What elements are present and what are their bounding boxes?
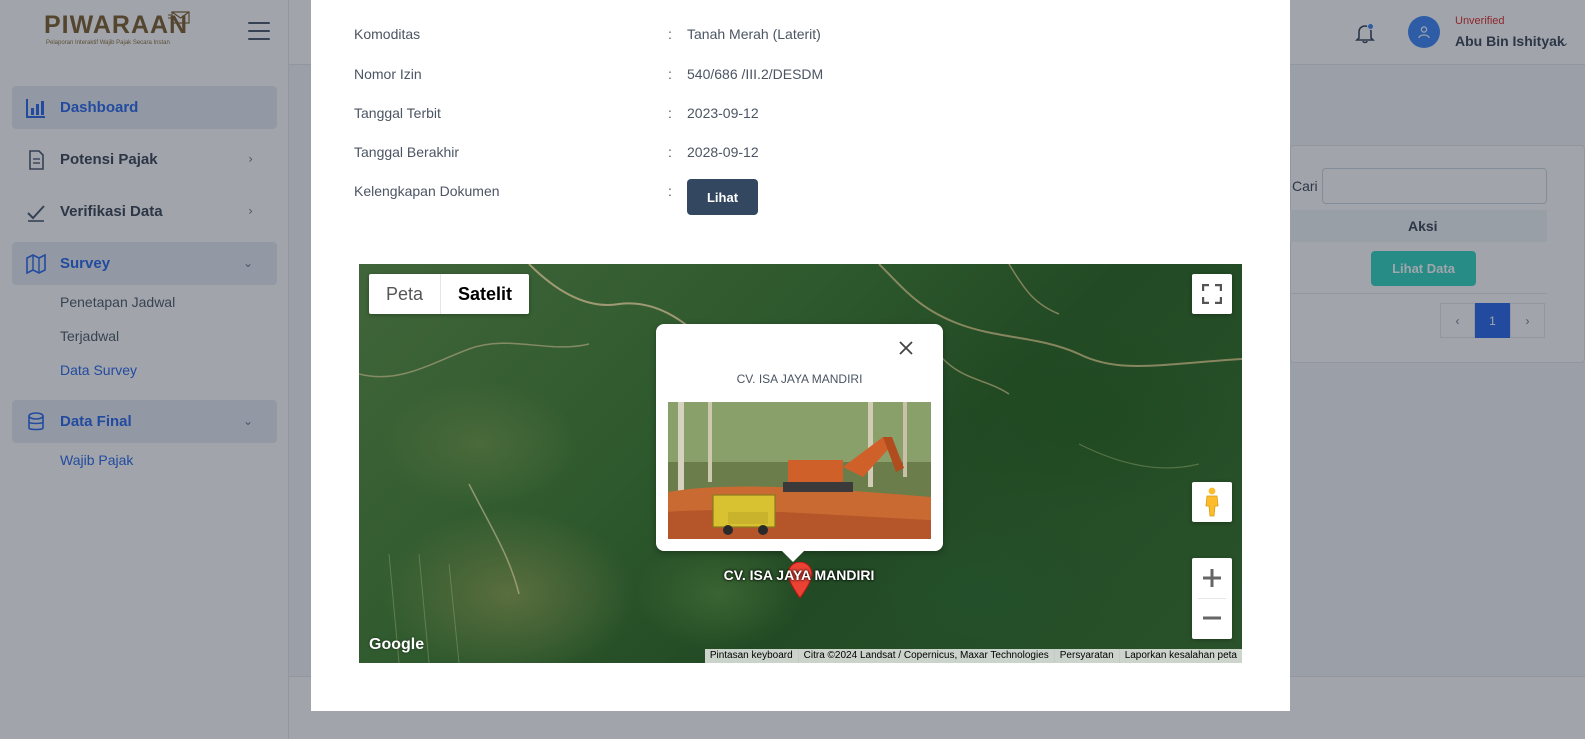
pegman-icon	[1205, 487, 1219, 517]
street-view-button[interactable]	[1192, 482, 1232, 522]
label-kelengkapan-dokumen: Kelengkapan Dokumen	[354, 183, 500, 199]
imagery-credit: Citra ©2024 Landsat / Copernicus, Maxar …	[797, 649, 1054, 663]
colon: :	[668, 66, 672, 82]
close-button[interactable]	[892, 334, 920, 362]
value-tanggal-berakhir: 2028-09-12	[687, 144, 759, 160]
close-icon	[899, 341, 913, 355]
map-type-peta[interactable]: Peta	[369, 274, 442, 314]
fullscreen-button[interactable]	[1192, 274, 1232, 314]
keyboard-shortcuts-link[interactable]: Pintasan keyboard	[705, 649, 798, 663]
lihat-button[interactable]: Lihat	[687, 179, 758, 215]
minus-icon	[1203, 616, 1221, 620]
map-type-satelit[interactable]: Satelit	[441, 274, 529, 314]
value-tanggal-terbit: 2023-09-12	[687, 105, 759, 121]
map-type-control: Peta Satelit	[369, 274, 530, 314]
google-logo: Google	[369, 636, 425, 653]
site-photo	[668, 402, 931, 539]
info-window: CV. ISA JAYA MANDIRI	[656, 324, 943, 551]
info-window-tail	[781, 550, 805, 562]
map[interactable]: Peta Satelit CV. ISA JAYA MANDIRI CV. IS…	[359, 264, 1242, 663]
colon: :	[668, 26, 672, 42]
label-nomor-izin: Nomor Izin	[354, 66, 422, 82]
report-error-link[interactable]: Laporkan kesalahan peta	[1118, 649, 1242, 663]
zoom-out-button[interactable]	[1192, 598, 1232, 638]
fullscreen-icon	[1202, 284, 1222, 304]
zoom-in-button[interactable]	[1192, 558, 1232, 598]
value-nomor-izin: 540/686 /III.2/DESDM	[687, 66, 824, 82]
label-tanggal-terbit: Tanggal Terbit	[354, 105, 441, 121]
colon: :	[668, 183, 672, 199]
colon: :	[668, 144, 672, 160]
terms-link[interactable]: Persyaratan	[1053, 649, 1119, 663]
plus-icon	[1203, 569, 1221, 587]
map-attribution: Pintasan keyboard Citra ©2024 Landsat / …	[704, 649, 1242, 663]
marker-label: CV. ISA JAYA MANDIRI	[723, 567, 875, 583]
label-komoditas: Komoditas	[354, 26, 421, 42]
label-tanggal-berakhir: Tanggal Berakhir	[354, 144, 460, 160]
zoom-control	[1192, 558, 1232, 639]
value-komoditas: Tanah Merah (Laterit)	[687, 26, 821, 42]
colon: :	[668, 105, 672, 121]
info-window-title: CV. ISA JAYA MANDIRI	[736, 372, 863, 386]
